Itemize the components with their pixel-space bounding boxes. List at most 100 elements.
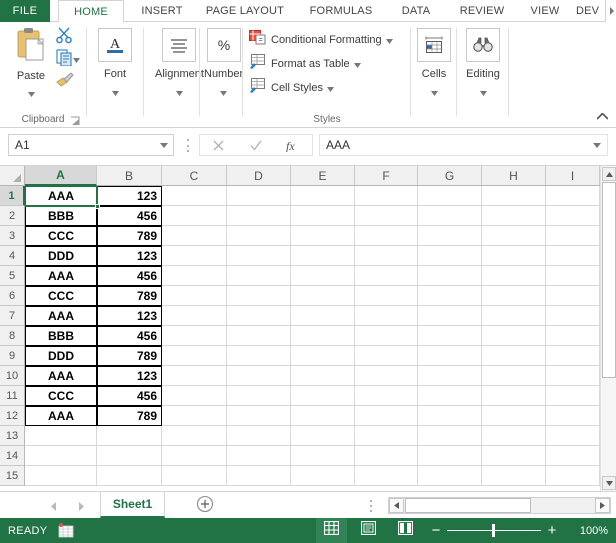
cell-F6[interactable] [355,286,418,306]
cell-D3[interactable] [227,226,291,246]
row-header-12[interactable]: 12 [0,406,25,426]
horizontal-scroll-thumb[interactable] [405,498,531,513]
editing-button[interactable]: Editing [466,28,500,101]
row-header-5[interactable]: 5 [0,266,25,286]
cell-G1[interactable] [418,186,482,206]
cell-F14[interactable] [355,446,418,466]
cell-E8[interactable] [291,326,355,346]
cell-F7[interactable] [355,306,418,326]
cell-E5[interactable] [291,266,355,286]
tab-review[interactable]: REVIEW [446,0,518,22]
cell-B9[interactable]: 789 [97,346,162,366]
cell-A13[interactable] [25,426,97,446]
cell-C5[interactable] [162,266,227,286]
cell-B8[interactable]: 456 [97,326,162,346]
cell-D2[interactable] [227,206,291,226]
conditional-formatting-caret-icon[interactable] [385,31,393,49]
cell-D10[interactable] [227,366,291,386]
row-header-10[interactable]: 10 [0,366,25,386]
vertical-scrollbar[interactable] [600,166,616,491]
page-break-view-button[interactable] [390,518,421,543]
cell-I9[interactable] [546,346,600,366]
scroll-right-icon[interactable] [595,498,610,513]
row-header-7[interactable]: 7 [0,306,25,326]
cell-H6[interactable] [482,286,546,306]
cell-B5[interactable]: 456 [97,266,162,286]
cell-G2[interactable] [418,206,482,226]
editing-dropdown-caret-icon[interactable] [479,83,487,101]
cell-H2[interactable] [482,206,546,226]
cell-I7[interactable] [546,306,600,326]
cell-E4[interactable] [291,246,355,266]
cell-E15[interactable] [291,466,355,486]
tab-view[interactable]: VIEW [518,0,572,22]
scroll-left-icon[interactable] [389,498,404,513]
cell-styles-caret-icon[interactable] [326,79,334,97]
cell-D12[interactable] [227,406,291,426]
record-macro-button[interactable] [58,523,74,538]
column-header-A[interactable]: A [25,166,97,186]
cell-H1[interactable] [482,186,546,206]
cell-B10[interactable]: 123 [97,366,162,386]
cell-I12[interactable] [546,406,600,426]
cell-H13[interactable] [482,426,546,446]
copy-dropdown-caret-icon[interactable] [73,50,83,70]
cell-D7[interactable] [227,306,291,326]
cell-G6[interactable] [418,286,482,306]
alignment-dropdown-caret-icon[interactable] [175,83,183,101]
row-header-13[interactable]: 13 [0,426,25,446]
cell-H15[interactable] [482,466,546,486]
cell-I14[interactable] [546,446,600,466]
cell-C14[interactable] [162,446,227,466]
alignment-button[interactable]: Alignment [155,28,204,101]
cell-F4[interactable] [355,246,418,266]
zoom-out-button[interactable]: − [429,518,443,543]
cell-B12[interactable]: 789 [97,406,162,426]
conditional-formatting-button[interactable]: = Conditional Formatting [249,30,393,50]
cell-F8[interactable] [355,326,418,346]
cell-B4[interactable]: 123 [97,246,162,266]
format-as-table-button[interactable]: Format as Table [249,54,361,74]
cell-A6[interactable]: CCC [25,286,97,306]
format-as-table-caret-icon[interactable] [353,55,361,73]
select-all-button[interactable] [0,166,25,186]
tab-scroll-right-icon[interactable] [605,0,616,22]
cell-B15[interactable] [97,466,162,486]
cell-A14[interactable] [25,446,97,466]
cell-E12[interactable] [291,406,355,426]
cells-button[interactable]: Cells [417,28,451,101]
formula-bar-splitter[interactable] [186,139,189,152]
cell-I11[interactable] [546,386,600,406]
cell-F3[interactable] [355,226,418,246]
column-header-G[interactable]: G [418,166,482,186]
formula-expand-icon[interactable] [587,142,607,148]
tab-formulas[interactable]: FORMULAS [296,0,386,22]
row-header-2[interactable]: 2 [0,206,25,226]
cell-C10[interactable] [162,366,227,386]
tab-data[interactable]: DATA [386,0,446,22]
cell-B11[interactable]: 456 [97,386,162,406]
zoom-in-button[interactable]: + [545,518,559,543]
number-dropdown-caret-icon[interactable] [220,83,228,101]
cell-D11[interactable] [227,386,291,406]
cell-C4[interactable] [162,246,227,266]
cell-I10[interactable] [546,366,600,386]
row-header-14[interactable]: 14 [0,446,25,466]
vertical-scroll-thumb[interactable] [602,182,616,378]
cell-I8[interactable] [546,326,600,346]
cell-styles-button[interactable]: Cell Styles [249,78,334,98]
cell-H11[interactable] [482,386,546,406]
paste-dropdown-caret-icon[interactable] [27,84,35,102]
row-header-8[interactable]: 8 [0,326,25,346]
name-box-caret-icon[interactable] [155,142,173,148]
cell-A9[interactable]: DDD [25,346,97,366]
cell-I2[interactable] [546,206,600,226]
number-button[interactable]: % Number [204,28,243,101]
cell-B3[interactable]: 789 [97,226,162,246]
fill-handle[interactable] [95,204,100,209]
cell-A10[interactable]: AAA [25,366,97,386]
cell-C15[interactable] [162,466,227,486]
cut-button[interactable] [56,27,80,48]
column-header-I[interactable]: I [546,166,600,186]
horizontal-scrollbar[interactable] [388,497,611,514]
